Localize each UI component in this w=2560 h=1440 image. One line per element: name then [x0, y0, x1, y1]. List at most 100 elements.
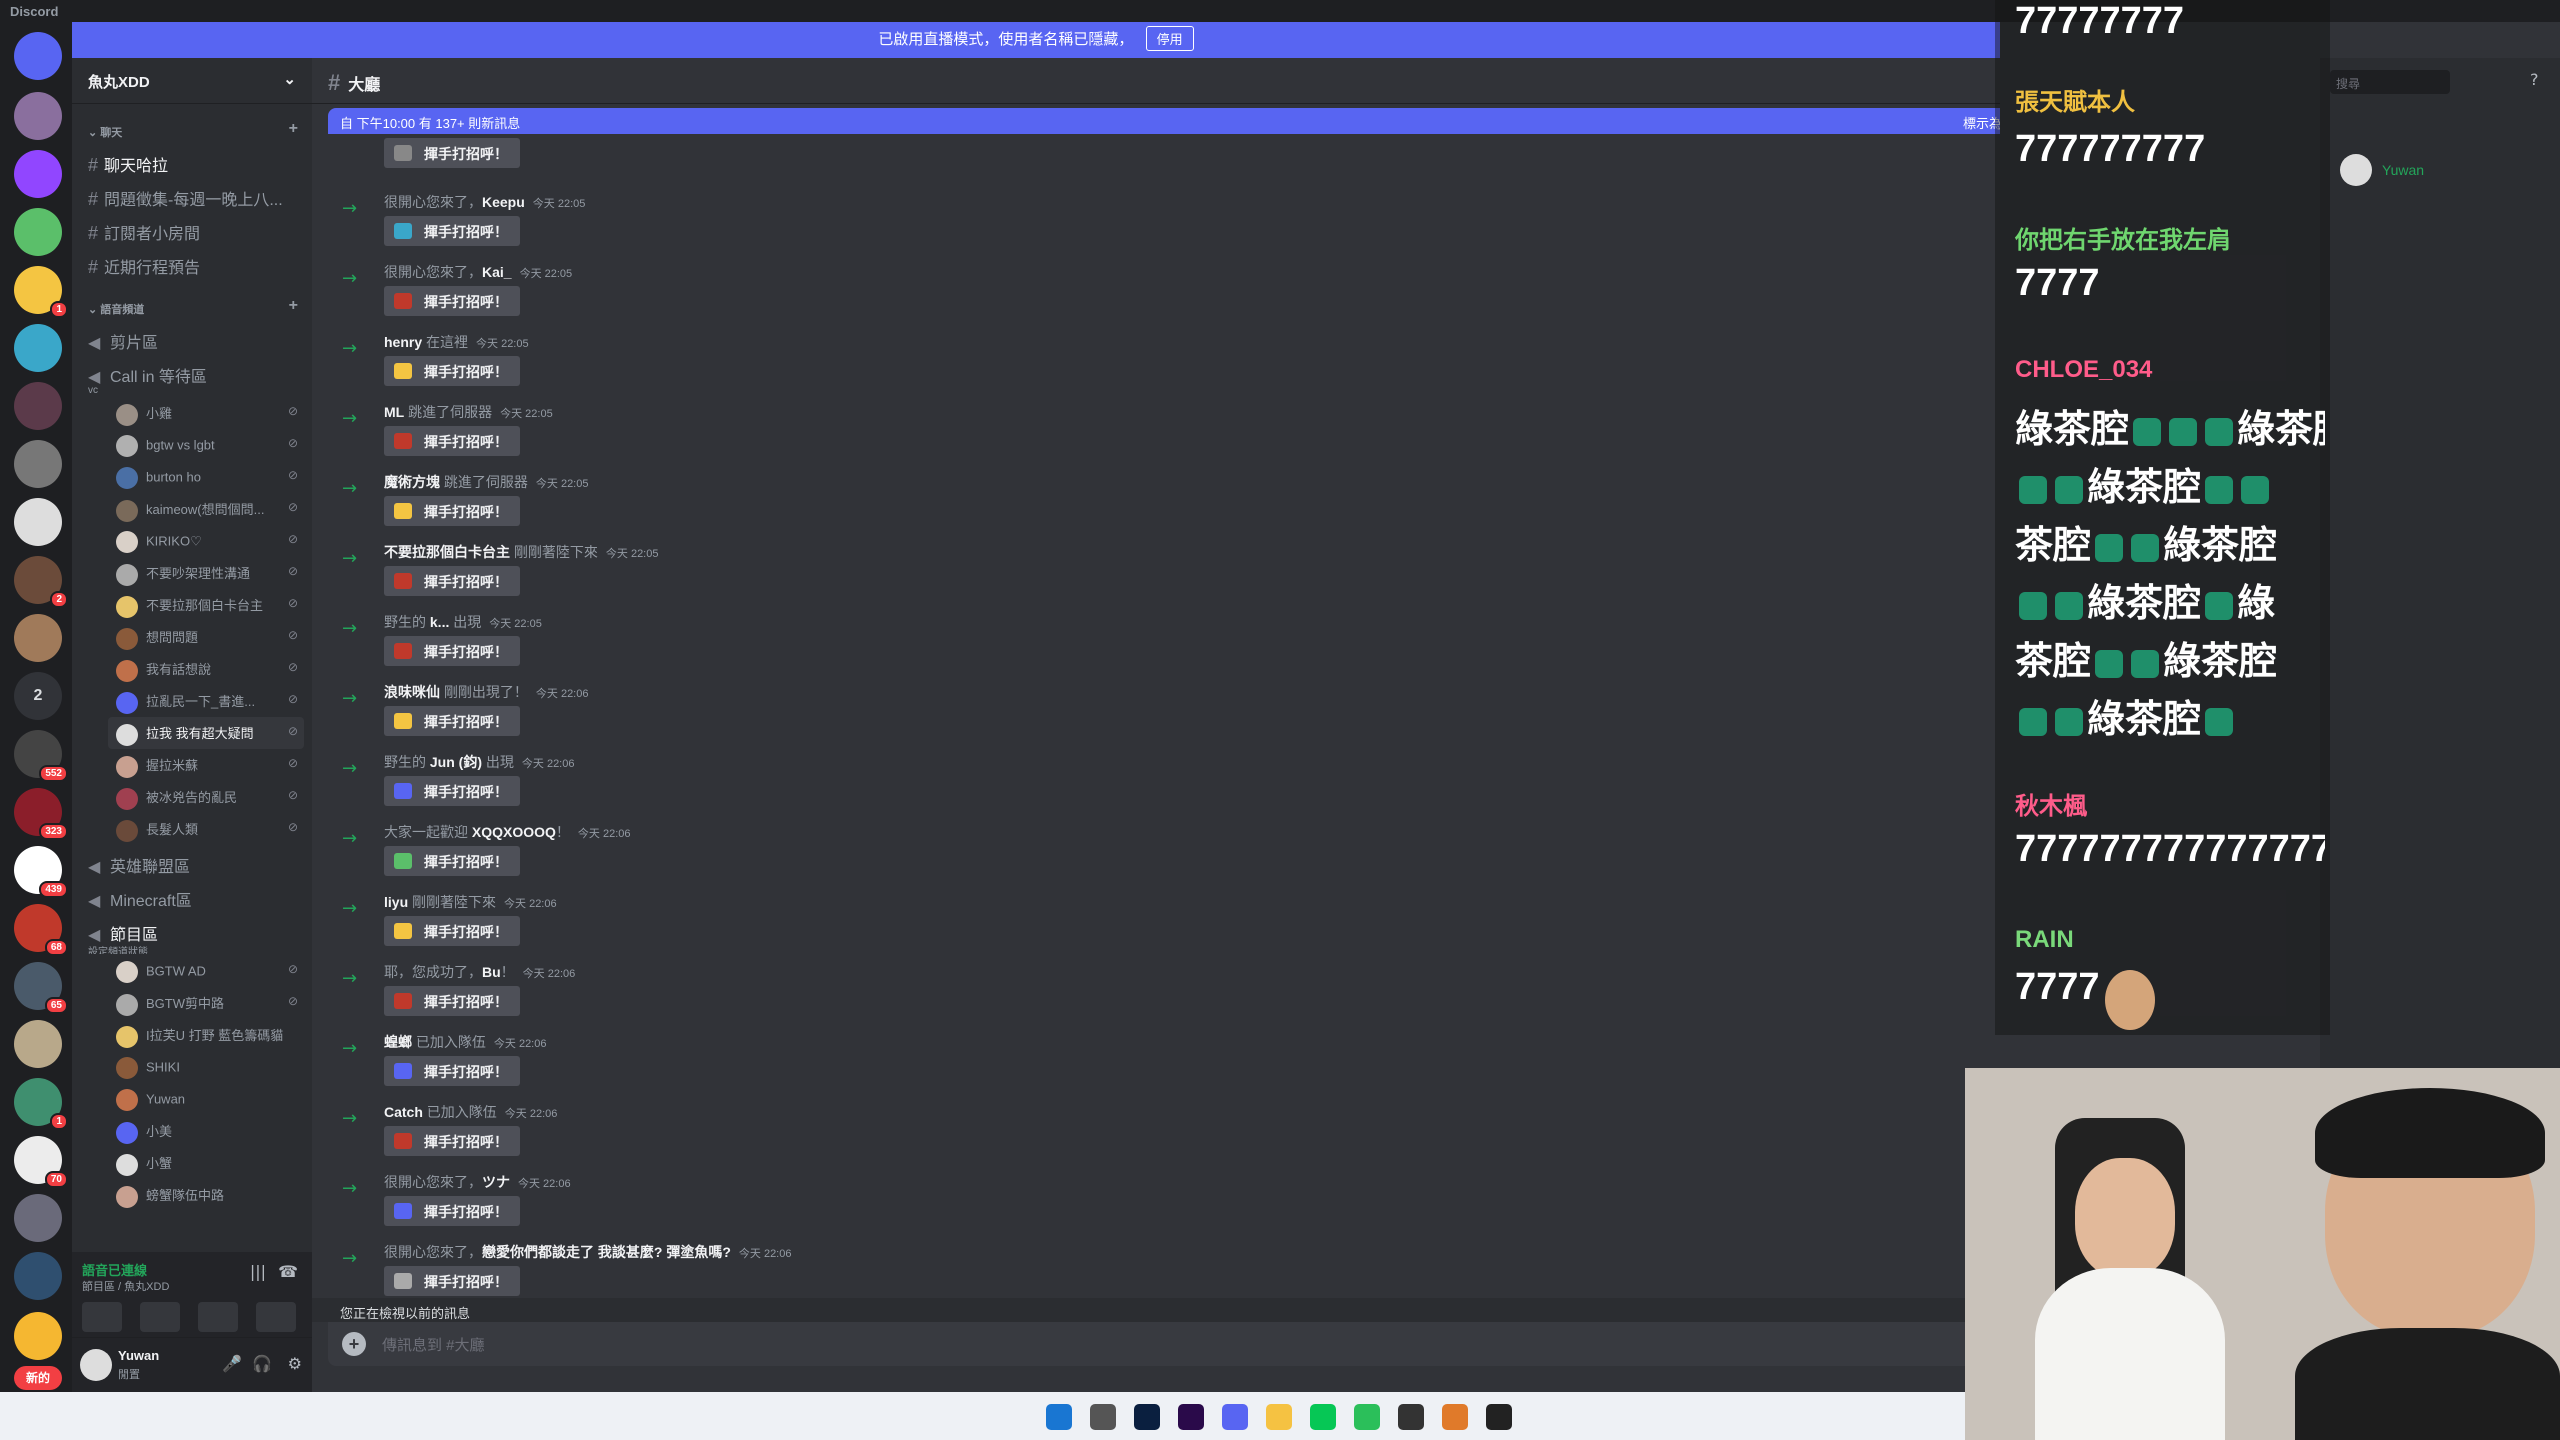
windows-start-icon[interactable]: [1046, 1404, 1072, 1430]
wave-button[interactable]: 揮手打招呼！: [384, 1126, 520, 1156]
server-icon[interactable]: [14, 1252, 62, 1300]
wave-button[interactable]: 揮手打招呼！: [384, 986, 520, 1016]
channel-chat[interactable]: # 聊天哈拉: [80, 145, 304, 178]
server-icon[interactable]: 70: [14, 1136, 68, 1188]
voice-user[interactable]: kaimeow(想問個問... ⊘: [108, 493, 304, 525]
voice-user[interactable]: 拉亂民一下_書進... ⊘: [108, 685, 304, 717]
wave-button[interactable]: 揮手打招呼！: [384, 138, 520, 168]
stage-user[interactable]: Yuwan: [108, 1083, 304, 1115]
wave-button[interactable]: 揮手打招呼！: [384, 1266, 520, 1296]
search-input[interactable]: 搜尋: [2330, 70, 2450, 94]
message-author[interactable]: k...: [430, 614, 449, 630]
message-author[interactable]: Catch: [384, 1104, 423, 1120]
channel-schedule[interactable]: # 近期行程預告: [80, 247, 304, 280]
stage-user[interactable]: I拉芙U 打野 藍色籌碼貓: [108, 1019, 304, 1051]
server-icon[interactable]: [14, 92, 62, 140]
app-icon[interactable]: [1442, 1404, 1468, 1430]
gear-icon[interactable]: ⚙: [288, 1354, 302, 1373]
server-icon[interactable]: 68: [14, 904, 68, 956]
voice-user[interactable]: 長髮人類 ⊘: [108, 813, 304, 845]
wave-button[interactable]: 揮手打招呼！: [384, 1196, 520, 1226]
channel-subscribers[interactable]: # 訂閱者小房間: [80, 213, 304, 246]
help-icon[interactable]: ?: [2530, 70, 2539, 89]
search-icon[interactable]: [1090, 1404, 1116, 1430]
wave-button[interactable]: 揮手打招呼！: [384, 566, 520, 596]
add-channel-icon[interactable]: +: [289, 297, 298, 315]
voice-user[interactable]: 想問問題 ⊘: [108, 621, 304, 653]
chrome-icon[interactable]: [1354, 1404, 1380, 1430]
stage-user[interactable]: 小美: [108, 1115, 304, 1147]
headphones-icon[interactable]: 🎧: [252, 1354, 272, 1373]
screen-share-button[interactable]: [140, 1302, 180, 1332]
stage-channel[interactable]: ◀ 節目區 設定頻道狀態: [80, 914, 304, 954]
server-icon[interactable]: 65: [14, 962, 68, 1014]
noise-suppression-icon[interactable]: |||: [250, 1262, 266, 1281]
voice-channel-callin[interactable]: ◀ Call in 等待區 vc: [80, 356, 304, 396]
channel-questions[interactable]: # 問題徵集-每週一晚上八...: [80, 179, 304, 212]
voice-user[interactable]: 不要吵架理性溝通 ⊘: [108, 557, 304, 589]
category-text[interactable]: ⌄ 聊天 +: [72, 104, 312, 144]
folder-icon[interactable]: [1266, 1404, 1292, 1430]
server-folder-icon[interactable]: 2: [14, 672, 62, 720]
server-icon[interactable]: 439: [14, 846, 68, 898]
disable-streamer-mode-button[interactable]: 停用: [1145, 26, 1194, 51]
server-icon[interactable]: [14, 324, 62, 372]
voice-user[interactable]: burton ho ⊘: [108, 461, 304, 493]
message-author[interactable]: 不要拉那個白卡台主: [384, 544, 510, 560]
voice-user[interactable]: 拉我 我有超大疑問 ⊘: [108, 717, 304, 749]
voice-user[interactable]: 小雞 ⊘: [108, 397, 304, 429]
message-author[interactable]: liyu: [384, 894, 408, 910]
app-icon[interactable]: [1398, 1404, 1424, 1430]
voice-channel-lol[interactable]: ◀ 英雄聯盟區: [80, 846, 304, 879]
line-icon[interactable]: [1310, 1404, 1336, 1430]
microphone-icon[interactable]: 🎤: [222, 1354, 242, 1373]
server-header[interactable]: 魚丸XDD ⌄: [72, 58, 312, 104]
message-author[interactable]: 魔術方塊: [384, 474, 440, 490]
stage-user[interactable]: 螃蟹隊伍中路: [108, 1179, 304, 1211]
voice-channel-clips[interactable]: ◀ 剪片區: [80, 322, 304, 355]
server-icon[interactable]: [14, 614, 62, 662]
message-author[interactable]: XQQXOOOQ: [472, 824, 556, 840]
wave-button[interactable]: 揮手打招呼！: [384, 356, 520, 386]
app-icon[interactable]: [1486, 1404, 1512, 1430]
voice-user[interactable]: bgtw vs lgbt ⊘: [108, 429, 304, 461]
message-author[interactable]: Kai_: [482, 264, 512, 280]
stage-user[interactable]: BGTW AD ⊘: [108, 955, 304, 987]
member-name[interactable]: Yuwan: [2382, 162, 2424, 178]
voice-user[interactable]: KIRIKO♡ ⊘: [108, 525, 304, 557]
wave-button[interactable]: 揮手打招呼！: [384, 426, 520, 456]
avatar[interactable]: [2340, 154, 2372, 186]
twitch-server-icon[interactable]: [14, 150, 62, 198]
photoshop-icon[interactable]: [1134, 1404, 1160, 1430]
server-icon[interactable]: [14, 1020, 62, 1068]
server-icon[interactable]: 2: [14, 556, 68, 608]
soundboard-button[interactable]: [256, 1302, 296, 1332]
voice-user[interactable]: 我有話想說 ⊘: [108, 653, 304, 685]
wave-button[interactable]: 揮手打招呼！: [384, 846, 520, 876]
camera-button[interactable]: [82, 1302, 122, 1332]
category-voice[interactable]: ⌄ 語音頻道 +: [72, 281, 312, 321]
add-attachment-icon[interactable]: +: [342, 1332, 366, 1356]
message-author[interactable]: henry: [384, 334, 422, 350]
message-author[interactable]: ML: [384, 404, 404, 420]
activities-button[interactable]: [198, 1302, 238, 1332]
wave-button[interactable]: 揮手打招呼！: [384, 496, 520, 526]
stage-user[interactable]: BGTW剪中路 ⊘: [108, 987, 304, 1019]
message-author[interactable]: Keepu: [482, 194, 525, 210]
message-author[interactable]: Bu: [482, 964, 501, 980]
message-composer[interactable]: + 傳訊息到 #大廳: [328, 1322, 1988, 1366]
wave-button[interactable]: 揮手打招呼！: [384, 776, 520, 806]
wave-button[interactable]: 揮手打招呼！: [384, 706, 520, 736]
avatar[interactable]: [80, 1349, 112, 1381]
server-icon[interactable]: [14, 208, 62, 256]
message-author[interactable]: 浪味咪仙: [384, 684, 440, 700]
voice-user[interactable]: 被冰兇告的亂民 ⊘: [108, 781, 304, 813]
stage-user[interactable]: SHIKI: [108, 1051, 304, 1083]
message-author[interactable]: 蝗螂: [384, 1034, 412, 1050]
message-author[interactable]: ツナ: [482, 1174, 510, 1190]
voice-user[interactable]: 握拉米蘇 ⊘: [108, 749, 304, 781]
home-icon[interactable]: [14, 32, 62, 80]
server-icon[interactable]: 323: [14, 788, 68, 840]
wave-button[interactable]: 揮手打招呼！: [384, 636, 520, 666]
wave-button[interactable]: 揮手打招呼！: [384, 916, 520, 946]
